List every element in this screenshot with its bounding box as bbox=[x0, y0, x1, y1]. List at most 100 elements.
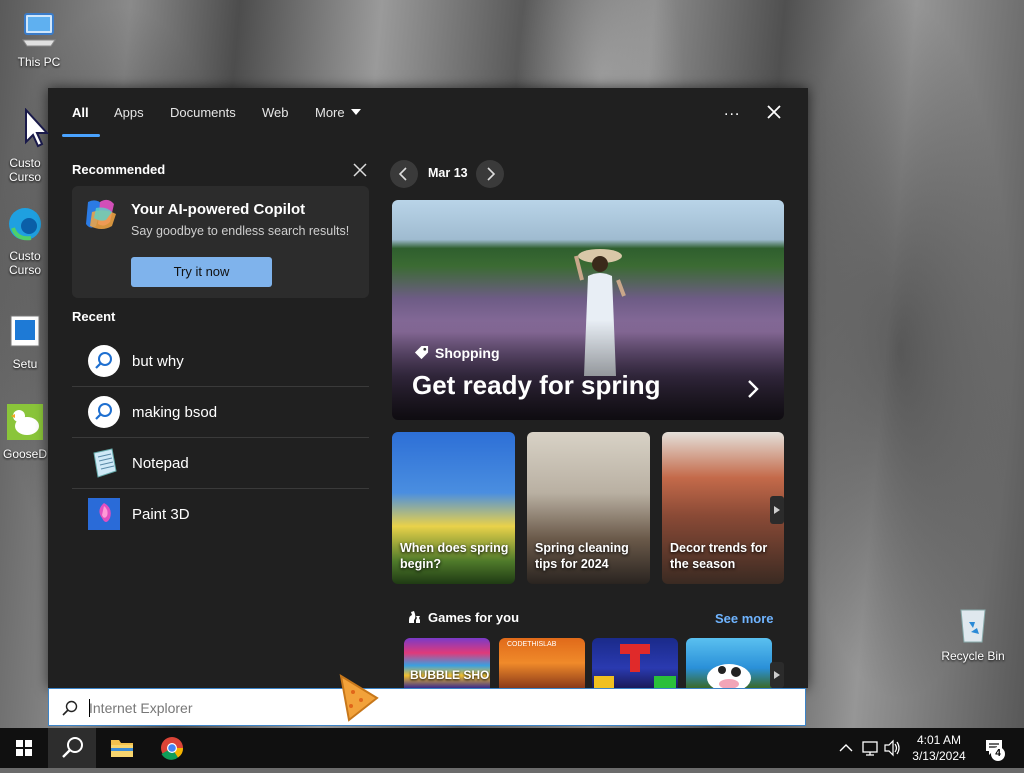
tab-more[interactable]: More bbox=[315, 105, 361, 120]
text-cursor bbox=[89, 699, 90, 717]
game-tile-cow[interactable] bbox=[686, 638, 772, 688]
chevron-right-icon[interactable] bbox=[744, 378, 762, 400]
previous-button[interactable] bbox=[390, 160, 418, 188]
highlights-date: Mar 13 bbox=[428, 166, 468, 180]
game-tile-chess[interactable]: CODETHISLAB bbox=[499, 638, 585, 688]
desktop-icon-label: Recycle Bin bbox=[941, 649, 1005, 663]
story-card-spring[interactable]: When does spring begin? bbox=[392, 432, 515, 584]
search-tabs: All Apps Documents Web More ... bbox=[48, 88, 808, 138]
recent-item-making-bsod[interactable]: making bsod bbox=[72, 387, 369, 438]
recent-item-paint-3d[interactable]: Paint 3D bbox=[72, 489, 369, 539]
chess-icon bbox=[409, 611, 420, 623]
desktop-icon-this-pc[interactable]: This PC bbox=[4, 10, 74, 69]
cards-next-button[interactable] bbox=[770, 496, 784, 524]
recycle-bin-icon bbox=[960, 609, 986, 643]
recent-item-label: making bsod bbox=[132, 404, 218, 421]
goose-icon bbox=[7, 404, 43, 440]
recent-item-label: Notepad bbox=[132, 455, 189, 472]
try-it-now-button[interactable]: Try it now bbox=[131, 257, 272, 287]
search-panel: All Apps Documents Web More ... Recommen… bbox=[48, 88, 808, 688]
desktop-icon-label: GooseD bbox=[2, 447, 48, 461]
tab-web[interactable]: Web bbox=[262, 105, 289, 120]
hero-category-label: Shopping bbox=[435, 345, 500, 361]
desktop-icon-label: Custo Curso bbox=[8, 156, 41, 184]
paint3d-icon bbox=[88, 498, 120, 530]
game-tile-bubble-shooter[interactable]: BUBBLE SHOOTER HD bbox=[404, 638, 490, 688]
recent-item-notepad[interactable]: Notepad bbox=[72, 438, 369, 489]
copilot-logo-icon bbox=[86, 199, 116, 229]
hero-card[interactable]: Shopping Get ready for spring bbox=[392, 200, 784, 420]
edge-icon bbox=[9, 208, 41, 241]
search-input[interactable] bbox=[87, 693, 791, 723]
taskbar-file-explorer[interactable] bbox=[98, 728, 146, 768]
hero-headline: Get ready for spring bbox=[412, 370, 661, 400]
chevron-right-icon bbox=[487, 167, 496, 181]
taskbar-search-button[interactable] bbox=[48, 728, 96, 768]
chevron-right-icon bbox=[774, 506, 780, 514]
games-heading: Games for you bbox=[428, 610, 520, 625]
block-shape bbox=[620, 644, 650, 654]
notepad-icon bbox=[93, 448, 117, 478]
tab-documents[interactable]: Documents bbox=[170, 105, 236, 120]
desktop-icon-label: Custo Curso bbox=[8, 249, 41, 277]
block-shape bbox=[654, 676, 676, 688]
story-card-title: Decor trends for the season bbox=[670, 541, 768, 571]
search-icon bbox=[62, 700, 78, 716]
taskbar-chrome[interactable] bbox=[148, 728, 196, 768]
active-tab-indicator bbox=[62, 134, 100, 137]
windows-logo-icon bbox=[16, 740, 32, 756]
game-tile-blocks[interactable] bbox=[592, 638, 678, 688]
story-card-title: Spring cleaning tips for 2024 bbox=[535, 541, 629, 571]
setup-icon bbox=[10, 315, 40, 347]
tab-more-label: More bbox=[315, 105, 345, 120]
taskbar: 4:01 AM 3/13/2024 bbox=[0, 728, 1024, 768]
search-icon bbox=[62, 737, 83, 758]
start-button[interactable] bbox=[0, 728, 48, 768]
speaker-icon bbox=[884, 739, 900, 757]
tab-all[interactable]: All bbox=[72, 105, 89, 120]
chevron-up-icon bbox=[839, 744, 853, 752]
next-button[interactable] bbox=[476, 160, 504, 188]
close-icon[interactable] bbox=[352, 162, 368, 178]
taskbar-clock[interactable]: 4:01 AM 3/13/2024 bbox=[900, 732, 978, 764]
desktop-icon-label: This PC bbox=[17, 55, 61, 69]
block-shape bbox=[630, 654, 640, 672]
search-icon bbox=[88, 345, 120, 377]
cow-icon bbox=[707, 664, 751, 688]
chrome-icon bbox=[161, 737, 184, 760]
story-card-cleaning[interactable]: Spring cleaning tips for 2024 bbox=[527, 432, 650, 584]
recent-item-but-why[interactable]: but why bbox=[72, 336, 369, 387]
folder-icon bbox=[111, 740, 133, 757]
tag-icon bbox=[414, 345, 429, 360]
recent-item-label: but why bbox=[132, 353, 184, 370]
desktop-icon-setup[interactable]: Setu bbox=[2, 312, 48, 371]
see-more-link[interactable]: See more bbox=[715, 611, 774, 626]
chevron-right-icon bbox=[774, 671, 780, 679]
recommended-heading: Recommended bbox=[72, 162, 166, 177]
copilot-card: Your AI-powered Copilot Say goodbye to e… bbox=[72, 186, 369, 298]
desktop-icon-goose[interactable]: GooseD bbox=[2, 402, 48, 461]
nacho-cursor-icon bbox=[339, 674, 379, 722]
show-hidden-icons-button[interactable] bbox=[836, 728, 856, 768]
more-options-button[interactable]: ... bbox=[724, 102, 740, 120]
network-button[interactable] bbox=[860, 728, 882, 768]
arrow-cursor-icon bbox=[25, 108, 50, 148]
chevron-down-icon bbox=[350, 109, 361, 115]
desktop-icon-recycle-bin[interactable]: Recycle Bin bbox=[938, 604, 1008, 663]
games-next-button[interactable] bbox=[770, 662, 784, 688]
volume-button[interactable] bbox=[882, 728, 902, 768]
story-card-decor[interactable]: Decor trends for the season bbox=[662, 432, 784, 584]
desktop-icon-custom-cursor-2[interactable]: Custo Curso bbox=[2, 204, 48, 277]
tab-apps[interactable]: Apps bbox=[114, 105, 144, 120]
computer-icon bbox=[22, 13, 56, 47]
search-box[interactable] bbox=[48, 688, 806, 726]
game-tile-label: CODETHISLAB bbox=[507, 641, 557, 648]
copilot-subtitle: Say goodbye to endless search results! bbox=[131, 224, 350, 238]
recent-item-label: Paint 3D bbox=[132, 506, 190, 523]
recent-heading: Recent bbox=[72, 309, 116, 324]
close-icon[interactable] bbox=[764, 102, 784, 122]
story-card-title: When does spring begin? bbox=[400, 541, 509, 571]
search-icon bbox=[88, 396, 120, 428]
chevron-left-icon bbox=[398, 167, 407, 181]
copilot-title: Your AI-powered Copilot bbox=[131, 201, 306, 218]
